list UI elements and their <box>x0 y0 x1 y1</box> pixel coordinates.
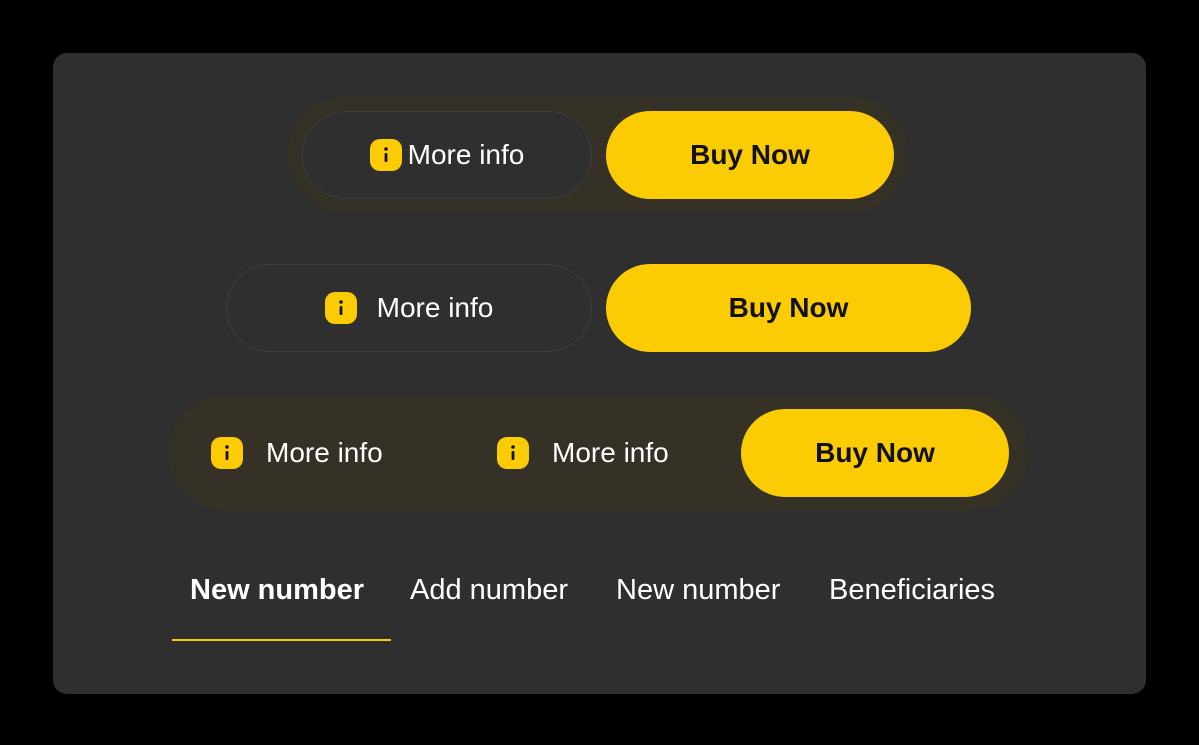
more-info-label: More info <box>376 292 494 323</box>
buy-now-button[interactable]: Buy Now <box>606 264 971 352</box>
info-icon <box>211 437 243 469</box>
tab-new-number-2[interactable]: New number <box>616 574 780 624</box>
more-info-button[interactable]: More info <box>302 111 592 199</box>
more-info-button[interactable]: More info <box>226 264 592 352</box>
buy-now-button[interactable]: Buy Now <box>606 111 894 199</box>
buy-now-label: Buy Now <box>815 437 935 468</box>
info-icon <box>369 139 402 171</box>
info-icon <box>324 292 357 324</box>
more-info-label: More info <box>407 139 525 170</box>
more-info-label: More info <box>266 437 383 468</box>
tab-add-number[interactable]: Add number <box>410 574 568 624</box>
tab-beneficiaries[interactable]: Beneficiaries <box>829 574 995 624</box>
more-info-label: More info <box>552 437 669 468</box>
tab-new-number[interactable]: New number <box>190 574 364 624</box>
buy-now-label: Buy Now <box>690 139 810 170</box>
info-icon <box>497 437 529 469</box>
buy-now-button[interactable]: Buy Now <box>741 409 1009 497</box>
buy-now-label: Buy Now <box>728 292 849 323</box>
more-info-button[interactable]: More info <box>482 409 732 497</box>
more-info-button[interactable]: More info <box>196 409 446 497</box>
active-tab-indicator <box>172 639 391 641</box>
